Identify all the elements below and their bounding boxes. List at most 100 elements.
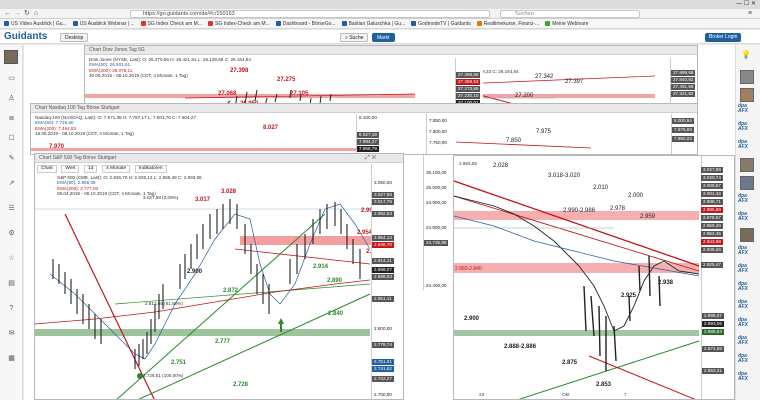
level-label: 27.398 [230,68,249,74]
price-tag: 2.938,70 [372,242,394,248]
bookmark-item[interactable]: SG Index Check am M... [140,21,202,27]
bookmark-item[interactable]: Dashboard - BörseGo... [275,21,336,27]
list-icon[interactable]: ☰ [6,205,17,213]
level-label: 27.342 [535,74,554,80]
chart-window-right[interactable]: 2.893,06 2.028 3.018-3.020 2.010 2.000 2… [453,155,735,215]
edit-icon[interactable]: ✎ [6,155,17,163]
price-tag: 3.017,76 [372,199,394,205]
price-tag: 2.985,69 [701,207,723,213]
level-label: 2.900 [464,316,480,322]
home-icon[interactable]: ⌂ [34,10,38,18]
level-label: 2.959 [640,214,656,220]
price-tag: 27.491,66 [671,84,696,90]
mail-icon[interactable]: ✉ [6,330,17,338]
dpa-afx-badge[interactable]: dpa AFX [738,194,758,204]
browser-search-input[interactable]: Suchen [500,10,640,18]
price-tag: 8.027,18 [357,132,379,138]
level-label: 2.938 [658,280,674,286]
price-tag: 2.959,40 [701,223,723,229]
level-label: 2.000 [628,193,644,199]
level-label: 2.954 [357,230,373,236]
dpa-afx-badge[interactable]: dpa AFX [738,264,758,274]
level-label: 2.978 [610,206,626,212]
level-label: 2.883-2.840 [455,266,482,272]
avatar[interactable] [4,50,18,64]
price-tag: 2.914,11 [372,258,394,264]
author-avatar[interactable] [740,88,754,102]
forward-icon[interactable]: → [14,10,21,18]
calendar-icon[interactable]: ▦ [6,355,17,363]
level-label: 27.068 [218,91,237,97]
dpa-afx-badge[interactable]: dpa AFX [738,300,758,310]
bookmark-item[interactable]: GodmodeTV | Guidants [411,21,471,27]
market-button[interactable]: Markt [372,33,395,42]
price-tag: 27.998,68 [671,70,696,76]
bookmark-item[interactable]: US Ausblick Webinar | ... [72,21,135,27]
level-label: 7.975 [536,129,552,135]
level-label: 3.028 [221,189,237,195]
bookmark-item[interactable]: Realtimekurse, Finanz-... [476,21,539,27]
dpa-afx-badge[interactable]: dpa AFX [738,282,758,292]
bookmark-item[interactable]: SG Index-Check am M... [208,21,270,27]
price-tag: 7.750,00 [427,140,449,146]
lightbulb-icon[interactable]: 💡 [741,50,751,59]
search-button[interactable]: ⌕ Suche [340,33,369,42]
tab-desktop[interactable]: Desktop [60,33,89,42]
author-avatar[interactable] [740,70,754,84]
level-label: 27.105 [290,91,309,97]
dpa-afx-badge[interactable]: dpa AFX [738,122,758,132]
bookmark-item[interactable]: Meine Webinare [545,21,589,27]
dpa-afx-badge[interactable]: dpa AFX [738,354,758,364]
price-tag: 7.968,79 [357,146,379,152]
back-icon[interactable]: ← [4,10,11,18]
window-titlebar [0,0,760,9]
bookmark-item[interactable]: Bastian Galuschka | Gu... [341,21,405,27]
book-icon[interactable]: ▤ [6,280,17,288]
reload-icon[interactable]: ↻ [24,10,30,18]
monitor-icon[interactable]: ▭ [6,75,17,83]
price-tag: 2.853,31 [702,368,724,374]
author-avatar[interactable] [740,176,754,190]
dpa-afx-badge[interactable]: dpa AFX [738,246,758,256]
level-label: 2.028 [493,163,509,169]
level-label: 2.840 [328,311,344,317]
user-icon[interactable]: ♙ [6,95,17,103]
broker-login-button[interactable]: Broker Login [705,33,742,42]
level-label: 7.970 [49,144,65,150]
layers-icon[interactable]: ≣ [6,115,17,123]
dpa-afx-badge[interactable]: dpa AFX [738,318,758,328]
price-tag: 7.994,27 [357,139,379,145]
price-tag: 25.000,00 [424,185,449,191]
settings-icon[interactable]: ⚙ [6,230,17,238]
dpa-afx-badge[interactable]: dpa AFX [738,372,758,382]
level-label: 2.925 [621,293,637,299]
chat-icon[interactable]: ☐ [6,135,17,143]
star-icon[interactable]: ☆ [6,255,17,263]
bookmark-item[interactable]: US Video Ausblick | Gu... [4,21,67,27]
chart-icon[interactable]: ↗ [6,180,17,188]
window-controls[interactable]: — ☐ ✕ [700,0,760,9]
price-tag: 3.050,00 [372,180,394,186]
chart-window-nasdaq[interactable]: Chart Nasdaq 100 Tag Börse Stuttgart Nas… [30,103,698,155]
level-label: 2.914 [313,264,329,270]
dpa-afx-badge[interactable]: dpa AFX [738,336,758,346]
author-avatar[interactable] [740,158,754,172]
level-label: 2.872 [223,288,239,294]
price-tag: 7.850,00 [427,118,449,124]
price-tag: 3.020,74 [701,175,723,181]
x-tick: 7 [624,393,627,398]
chart-window-sp500[interactable]: Chart S&P 500 Tag Börse Stuttgart Chart … [34,153,404,400]
price-tag: 2.898,07 [702,313,724,319]
dpa-afx-badge[interactable]: dpa AFX [738,212,758,222]
price-tag: 24.900,00 [424,200,449,206]
sp500-chart-plot[interactable] [35,154,404,400]
dpa-afx-badge[interactable]: dpa AFX [738,140,758,150]
menu-icon[interactable]: ≡ [748,10,752,18]
bookmarks-bar: US Video Ausblick | Gu... US Ausblick We… [0,19,760,29]
price-tag: 8.000,94 [672,118,694,124]
author-avatar[interactable] [740,228,754,242]
help-icon[interactable]: ? [6,305,17,313]
dpa-afx-badge[interactable]: dpa AFX [738,104,758,114]
price-tag: 7.800,00 [427,129,449,135]
url-bar[interactable]: https://go.guidants.com/de/#c/150163 [130,10,490,18]
